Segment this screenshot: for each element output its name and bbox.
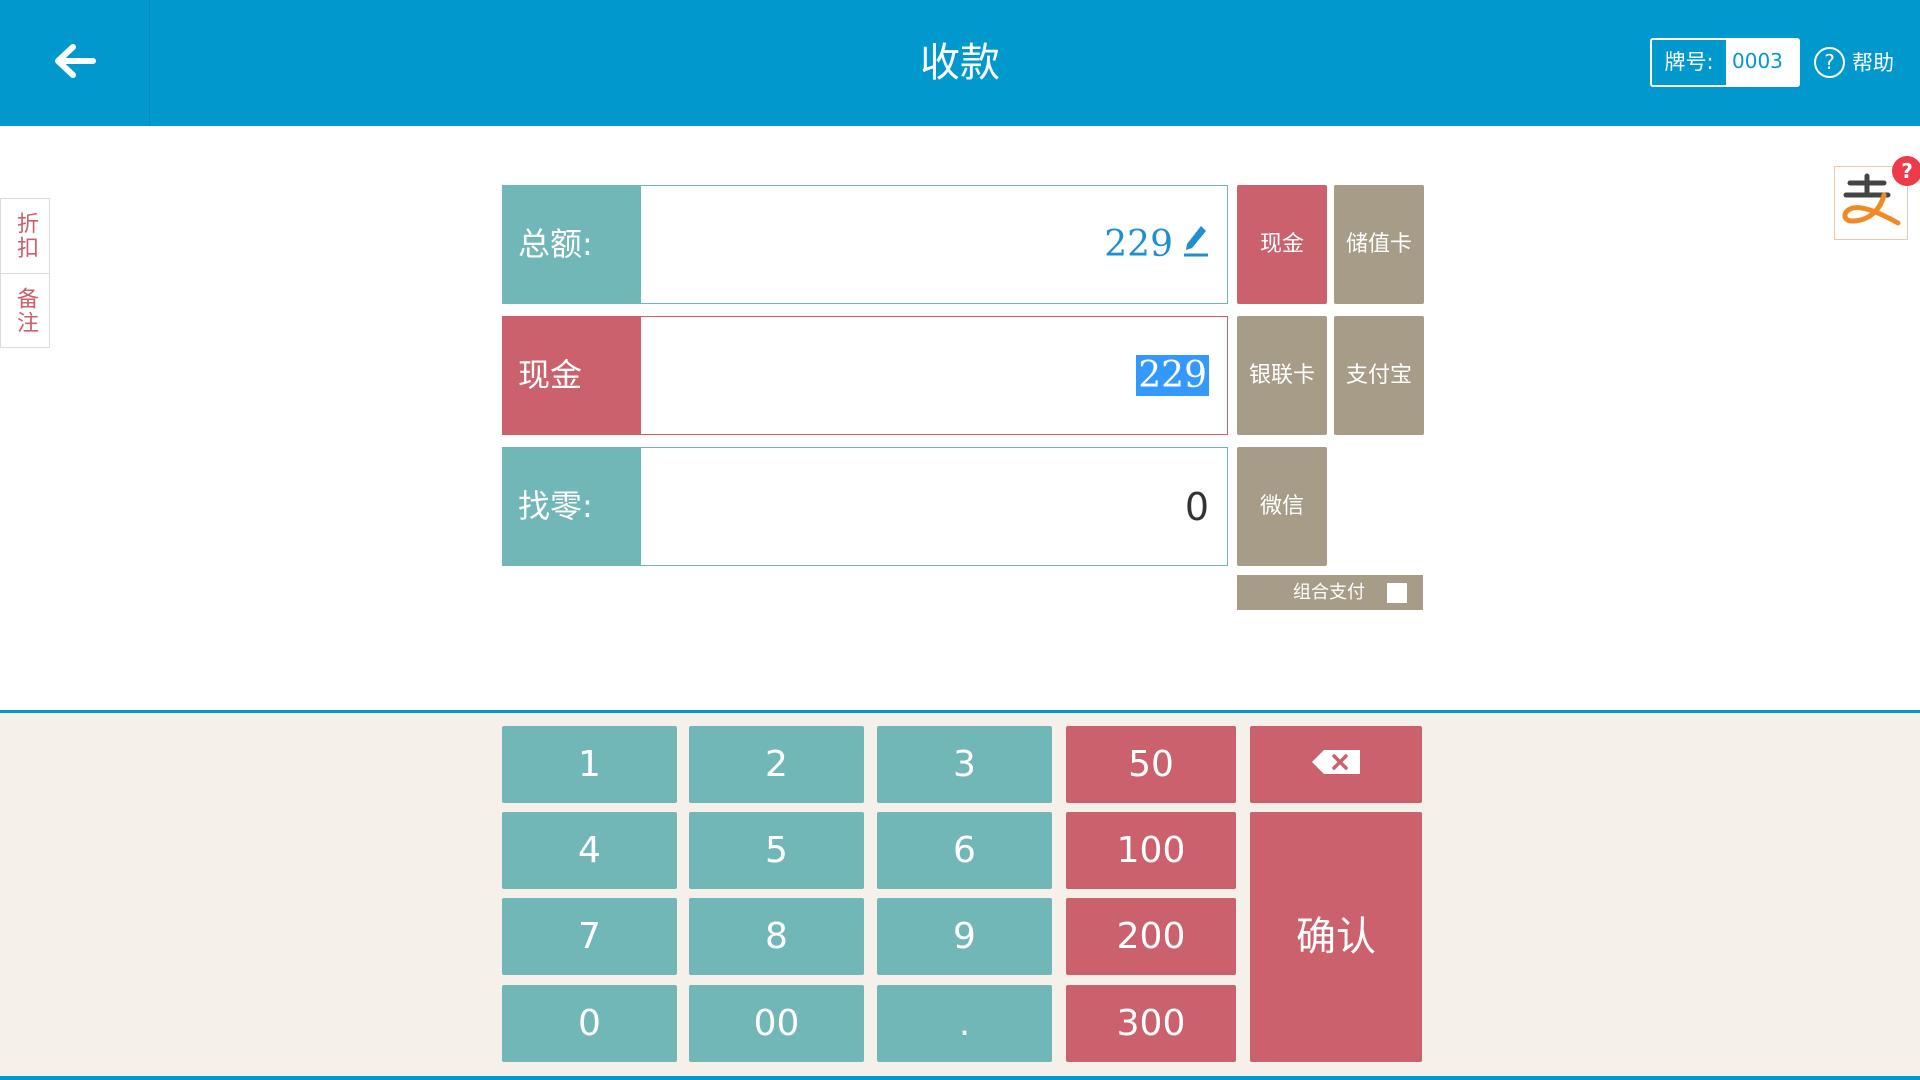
change-field: 0	[640, 447, 1228, 566]
help-button[interactable]: ? 帮助	[1814, 44, 1894, 80]
cash-label: 现金	[502, 316, 640, 435]
combo-payment-toggle[interactable]: 组合支付	[1237, 575, 1423, 610]
cash-field[interactable]: 229	[640, 316, 1228, 435]
key-50[interactable]: 50	[1066, 726, 1236, 803]
key-1[interactable]: 1	[502, 726, 677, 803]
help-label: 帮助	[1852, 51, 1894, 75]
alipay-icon	[1840, 173, 1902, 233]
key-2[interactable]: 2	[689, 726, 864, 803]
key-6[interactable]: 6	[877, 812, 1052, 889]
key-00[interactable]: 00	[689, 985, 864, 1062]
back-button[interactable]	[0, 0, 150, 126]
total-label: 总额:	[502, 185, 640, 304]
key-3[interactable]: 3	[877, 726, 1052, 803]
total-row: 总额: 229	[502, 185, 1228, 304]
change-row: 找零: 0	[502, 447, 1228, 566]
question-icon: ?	[1814, 46, 1845, 78]
backspace-button[interactable]	[1250, 726, 1422, 803]
key-dot[interactable]: .	[877, 985, 1052, 1062]
combo-label: 组合支付	[1293, 582, 1365, 603]
header-bar: 收款 牌号: 0003 ? 帮助	[0, 0, 1920, 126]
alipay-method-button[interactable]: 支付宝	[1334, 316, 1424, 435]
page-title: 收款	[920, 40, 1000, 86]
total-value: 229	[1104, 224, 1173, 265]
key-8[interactable]: 8	[689, 898, 864, 975]
key-200[interactable]: 200	[1066, 898, 1236, 975]
backspace-icon	[1310, 726, 1362, 803]
unionpay-method-button[interactable]: 银联卡	[1237, 316, 1327, 435]
key-9[interactable]: 9	[877, 898, 1052, 975]
cash-method-button[interactable]: 现金	[1237, 185, 1327, 304]
question-badge-icon: ?	[1892, 156, 1920, 186]
key-4[interactable]: 4	[502, 812, 677, 889]
confirm-button[interactable]: 确认	[1250, 812, 1422, 1062]
table-tag[interactable]: 牌号: 0003	[1650, 38, 1800, 87]
combo-checkbox[interactable]	[1387, 583, 1407, 603]
tag-label: 牌号:	[1664, 50, 1714, 74]
discount-tab[interactable]: 折扣	[1, 199, 49, 273]
key-300[interactable]: 300	[1066, 985, 1236, 1062]
key-5[interactable]: 5	[689, 812, 864, 889]
cash-row: 现金 229	[502, 316, 1228, 435]
tag-value[interactable]: 0003	[1726, 40, 1798, 85]
cash-value[interactable]: 229	[1136, 355, 1209, 396]
key-100[interactable]: 100	[1066, 812, 1236, 889]
bottom-divider	[0, 1076, 1920, 1080]
stored-card-method-button[interactable]: 储值卡	[1334, 185, 1424, 304]
change-label: 找零:	[502, 447, 640, 566]
change-value: 0	[1184, 484, 1209, 529]
key-7[interactable]: 7	[502, 898, 677, 975]
pencil-icon[interactable]	[1183, 223, 1209, 266]
wechat-method-button[interactable]: 微信	[1237, 447, 1327, 566]
side-tabs: 折扣 备注	[0, 198, 50, 348]
remark-tab[interactable]: 备注	[1, 273, 49, 347]
arrow-left-icon	[53, 44, 97, 82]
total-field[interactable]: 229	[640, 185, 1228, 304]
key-0[interactable]: 0	[502, 985, 677, 1062]
